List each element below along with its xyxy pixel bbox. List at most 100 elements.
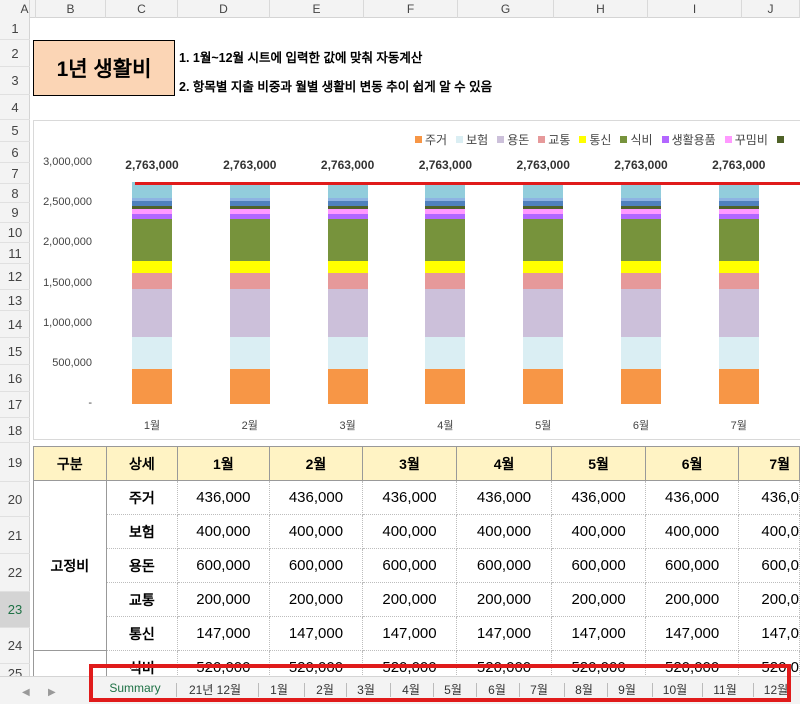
bar-segment[interactable]	[425, 198, 466, 202]
header-cell[interactable]: 4월	[455, 446, 553, 481]
bar-segment[interactable]	[621, 201, 661, 207]
row-header[interactable]: 1	[0, 18, 30, 40]
bar-segment[interactable]	[718, 214, 759, 219]
bar-segment[interactable]	[229, 288, 270, 337]
header-cell[interactable]: 5월	[551, 446, 646, 481]
value-cell[interactable]: 200,000	[551, 582, 646, 617]
bar-segment[interactable]	[621, 198, 661, 202]
detail-cell[interactable]: 교통	[105, 582, 179, 617]
bar-segment[interactable]	[327, 260, 368, 273]
bar-segment[interactable]	[132, 198, 172, 202]
value-cell[interactable]: 147,000	[268, 616, 364, 651]
bar-segment[interactable]	[425, 206, 466, 210]
bar-segment[interactable]	[425, 272, 466, 289]
row-header[interactable]: 15	[0, 338, 30, 365]
value-cell[interactable]: 436,000	[551, 480, 646, 515]
bar-segment[interactable]	[425, 209, 466, 215]
bar-segment[interactable]	[229, 260, 270, 273]
row-header[interactable]: 19	[0, 443, 30, 482]
column-header[interactable]: D	[178, 0, 270, 18]
bar-segment[interactable]	[718, 272, 759, 289]
bar-segment[interactable]	[229, 201, 270, 207]
value-cell[interactable]: 200,000	[644, 582, 740, 617]
value-cell[interactable]: 400,000	[551, 514, 646, 549]
value-cell[interactable]: 200,000	[362, 582, 457, 617]
row-header[interactable]: 7	[0, 163, 30, 184]
bar-segment[interactable]	[229, 272, 270, 289]
bar-segment[interactable]	[229, 336, 270, 369]
row-header[interactable]: 4	[0, 95, 30, 120]
value-cell[interactable]: 147,000	[551, 616, 646, 651]
detail-cell[interactable]: 보험	[105, 514, 179, 549]
row-header[interactable]: 13	[0, 290, 30, 311]
bar-segment[interactable]	[718, 218, 759, 261]
bar-segment[interactable]	[327, 288, 368, 337]
column-header[interactable]: C	[106, 0, 178, 18]
column-header[interactable]: G	[458, 0, 554, 18]
row-header[interactable]: 8	[0, 184, 30, 203]
bar-segment[interactable]	[132, 206, 172, 210]
bar-segment[interactable]	[523, 336, 564, 369]
tab-scroll-right-icon[interactable]: ▶	[48, 687, 56, 698]
bar-segment[interactable]	[132, 368, 172, 404]
bar-segment[interactable]	[229, 368, 270, 404]
row-header[interactable]: 22	[0, 554, 30, 592]
bar-segment[interactable]	[327, 209, 368, 215]
value-cell[interactable]: 600,000	[551, 548, 646, 583]
bar-segment[interactable]	[327, 272, 368, 289]
bar-segment[interactable]	[327, 218, 368, 261]
value-cell[interactable]: 400,000	[455, 514, 553, 549]
header-cell[interactable]: 1월	[177, 446, 270, 481]
row-header[interactable]: 12	[0, 264, 30, 290]
value-cell[interactable]: 436,0	[738, 480, 800, 515]
column-header[interactable]: H	[554, 0, 648, 18]
bar-segment[interactable]	[718, 198, 759, 202]
bar-segment[interactable]	[327, 336, 368, 369]
bar-segment[interactable]	[132, 218, 172, 261]
value-cell[interactable]: 400,000	[362, 514, 457, 549]
value-cell[interactable]: 147,000	[177, 616, 270, 651]
detail-cell[interactable]: 주거	[105, 480, 179, 515]
bar-segment[interactable]	[718, 209, 759, 215]
bar-segment[interactable]	[425, 214, 466, 219]
detail-cell[interactable]: 용돈	[105, 548, 179, 583]
bar-segment[interactable]	[327, 206, 368, 210]
bar-segment[interactable]	[425, 288, 466, 337]
value-cell[interactable]: 400,000	[268, 514, 364, 549]
bar-segment[interactable]	[621, 209, 661, 215]
header-cell[interactable]: 3월	[362, 446, 457, 481]
bar-segment[interactable]	[425, 260, 466, 273]
header-cell[interactable]: 6월	[644, 446, 740, 481]
row-header[interactable]: 17	[0, 392, 30, 418]
value-cell[interactable]: 200,000	[455, 582, 553, 617]
row-header-selected[interactable]: 23	[0, 592, 30, 628]
bar-segment[interactable]	[523, 209, 564, 215]
row-header[interactable]: 14	[0, 311, 30, 338]
header-cell[interactable]: 상세	[105, 446, 179, 481]
value-cell[interactable]: 147,000	[455, 616, 553, 651]
row-header[interactable]: 20	[0, 482, 30, 517]
value-cell[interactable]: 147,0	[738, 616, 800, 651]
bar-segment[interactable]	[132, 260, 172, 273]
bar-segment[interactable]	[132, 214, 172, 219]
value-cell[interactable]: 436,000	[362, 480, 457, 515]
bar-segment[interactable]	[229, 214, 270, 219]
bar-segment[interactable]	[132, 272, 172, 289]
value-cell[interactable]: 600,0	[738, 548, 800, 583]
bar-segment[interactable]	[523, 368, 564, 404]
header-cell[interactable]: 7월	[738, 446, 800, 481]
group-cell[interactable]: 고정비	[33, 480, 107, 651]
header-cell[interactable]: 구분	[33, 446, 107, 481]
value-cell[interactable]: 400,0	[738, 514, 800, 549]
row-header[interactable]: 18	[0, 418, 30, 443]
detail-cell[interactable]: 통신	[105, 616, 179, 651]
value-cell[interactable]: 200,000	[268, 582, 364, 617]
column-header[interactable]: B	[36, 0, 106, 18]
column-header[interactable]: A	[14, 0, 36, 18]
column-header[interactable]: F	[364, 0, 458, 18]
bar-segment[interactable]	[621, 272, 661, 289]
row-header[interactable]: 10	[0, 223, 30, 243]
bar-segment[interactable]	[425, 218, 466, 261]
value-cell[interactable]: 436,000	[455, 480, 553, 515]
bar-segment[interactable]	[425, 336, 466, 369]
